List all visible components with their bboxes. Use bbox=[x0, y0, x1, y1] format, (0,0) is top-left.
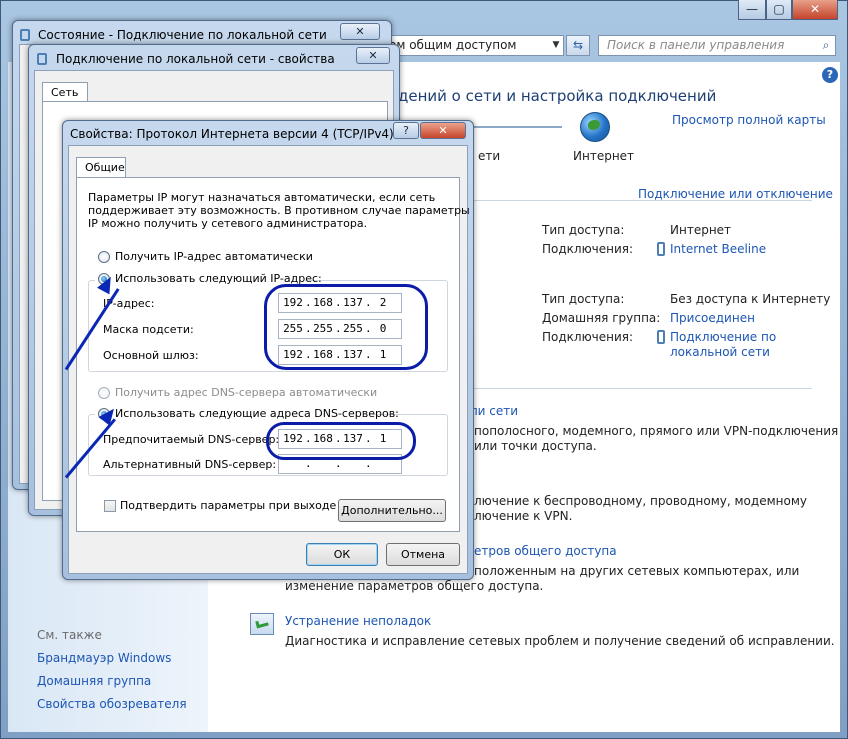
network-adapter-icon bbox=[657, 242, 665, 256]
see-also-browser-options-link[interactable]: Свойства обозревателя bbox=[37, 697, 187, 711]
network-adapter-icon bbox=[37, 53, 47, 65]
ipv4-intro-text-line3: IP можно получить у сетевого администрат… bbox=[88, 217, 368, 230]
net1-access-type-label: Тип доступа: bbox=[542, 223, 625, 237]
net2-access-type-label: Тип доступа: bbox=[542, 292, 625, 306]
preferred-dns-label: Предпочитаемый DNS-сервер: bbox=[103, 433, 280, 446]
net2-homegroup-label: Домашняя группа: bbox=[542, 311, 661, 325]
annotation-circle-ip bbox=[264, 284, 428, 370]
ipv4-dialog-help-button[interactable]: ? bbox=[393, 122, 419, 139]
network-adapter-icon bbox=[657, 330, 665, 344]
tab-general[interactable]: Общие bbox=[76, 157, 126, 178]
connect-disconnect-link[interactable]: Подключение или отключение bbox=[638, 187, 833, 201]
subnet-mask-label: Маска подсети: bbox=[103, 323, 194, 336]
setup-connection-desc-line2: или точки доступа. bbox=[474, 439, 597, 453]
network-map-internet-label: Интернет bbox=[573, 149, 635, 163]
troubleshoot-desc: Диагностика и исправление сетевых пробле… bbox=[285, 634, 835, 648]
validate-on-exit-label: Подтвердить параметры при выходе bbox=[120, 499, 337, 512]
address-dropdown-icon[interactable]: ▼ bbox=[549, 36, 563, 55]
sharing-settings-desc: положенным на других сетевых компьютерах… bbox=[474, 564, 800, 578]
gateway-label: Основной шлюз: bbox=[103, 349, 199, 362]
search-input[interactable]: Поиск в панели управления bbox=[598, 35, 836, 56]
local-connection-link-line2[interactable]: локальной сети bbox=[670, 345, 770, 359]
ok-button[interactable]: ОК bbox=[306, 543, 378, 566]
see-also-homegroup-link[interactable]: Домашняя группа bbox=[37, 674, 151, 688]
validate-on-exit-checkbox[interactable] bbox=[104, 500, 116, 512]
radio-manual-dns-label: Использовать следующие адреса DNS-сервер… bbox=[115, 407, 399, 420]
net2-access-type-value: Без доступа к Интернету bbox=[670, 292, 831, 306]
section-divider bbox=[468, 200, 812, 201]
ipv4-intro-text-line2: поддерживает эту возможность. В противно… bbox=[88, 204, 470, 217]
ipv4-intro-text: Параметры IP могут назначаться автоматич… bbox=[88, 191, 436, 204]
connect-to-network-desc-line2: лючение к VPN. bbox=[474, 509, 573, 523]
setup-connection-desc: пополосного, модемного, прямого или VPN-… bbox=[474, 424, 839, 438]
status-dialog-title: Состояние - Подключение по локальной сет… bbox=[38, 28, 327, 42]
net1-connections-label: Подключения: bbox=[542, 242, 634, 256]
view-full-map-link[interactable]: Просмотр полной карты bbox=[672, 113, 826, 127]
minimize-button[interactable]: — bbox=[738, 0, 766, 20]
status-dialog-close-button[interactable]: ✕ bbox=[340, 23, 380, 40]
cancel-button[interactable]: Отмена bbox=[386, 543, 460, 566]
homegroup-joined-link[interactable]: Присоединен bbox=[670, 311, 755, 325]
setup-connection-link[interactable]: ли сети bbox=[470, 404, 518, 418]
help-icon[interactable]: ? bbox=[822, 67, 838, 83]
section-divider bbox=[468, 388, 812, 389]
see-also-firewall-link[interactable]: Брандмауэр Windows bbox=[37, 651, 171, 665]
alternate-dns-label: Альтернативный DNS-сервер: bbox=[103, 458, 277, 471]
net1-access-type-value: Интернет bbox=[670, 223, 732, 237]
internet-beeline-link[interactable]: Internet Beeline bbox=[670, 242, 766, 256]
ipv4-dialog-title: Свойства: Протокол Интернета версии 4 (T… bbox=[70, 127, 394, 141]
ipv4-dialog-close-button[interactable]: ✕ bbox=[420, 122, 466, 139]
connect-to-network-desc: лючение к беспроводному, проводному, мод… bbox=[474, 494, 807, 508]
advanced-button[interactable]: Дополнительно... bbox=[338, 499, 446, 522]
refresh-icon[interactable]: ⇆ bbox=[566, 35, 590, 56]
network-adapter-icon bbox=[20, 29, 30, 41]
properties-dialog-close-button[interactable]: ✕ bbox=[356, 47, 390, 64]
page-title: дений о сети и настройка подключений bbox=[398, 87, 717, 105]
maximize-button[interactable]: ▢ bbox=[766, 0, 792, 20]
address-bar[interactable]: ом общим доступом bbox=[382, 35, 564, 56]
radio-auto-ip-label: Получить IP-адрес автоматически bbox=[115, 250, 313, 263]
network-map-computer-label: ети bbox=[478, 149, 501, 163]
annotation-circle-dns bbox=[266, 422, 416, 460]
network-map-line bbox=[470, 126, 562, 128]
radio-auto-dns-label: Получить адрес DNS-сервера автоматически bbox=[115, 386, 378, 399]
sharing-settings-desc-line2: изменение параметров общего доступа. bbox=[285, 579, 544, 593]
local-connection-link[interactable]: Подключение по bbox=[670, 330, 776, 344]
see-also-heading: См. также bbox=[37, 628, 102, 642]
close-button[interactable]: ✕ bbox=[792, 0, 838, 20]
radio-auto-ip[interactable] bbox=[98, 251, 110, 263]
troubleshoot-link[interactable]: Устранение неполадок bbox=[285, 614, 431, 628]
tab-network[interactable]: Сеть bbox=[42, 82, 88, 102]
properties-dialog-title: Подключение по локальной сети - свойства bbox=[56, 52, 335, 66]
search-icon[interactable]: ⌕ bbox=[818, 36, 834, 54]
radio-auto-dns[interactable] bbox=[98, 387, 110, 399]
sharing-settings-link[interactable]: етров общего доступа bbox=[474, 544, 617, 558]
net2-connections-label: Подключения: bbox=[542, 330, 634, 344]
